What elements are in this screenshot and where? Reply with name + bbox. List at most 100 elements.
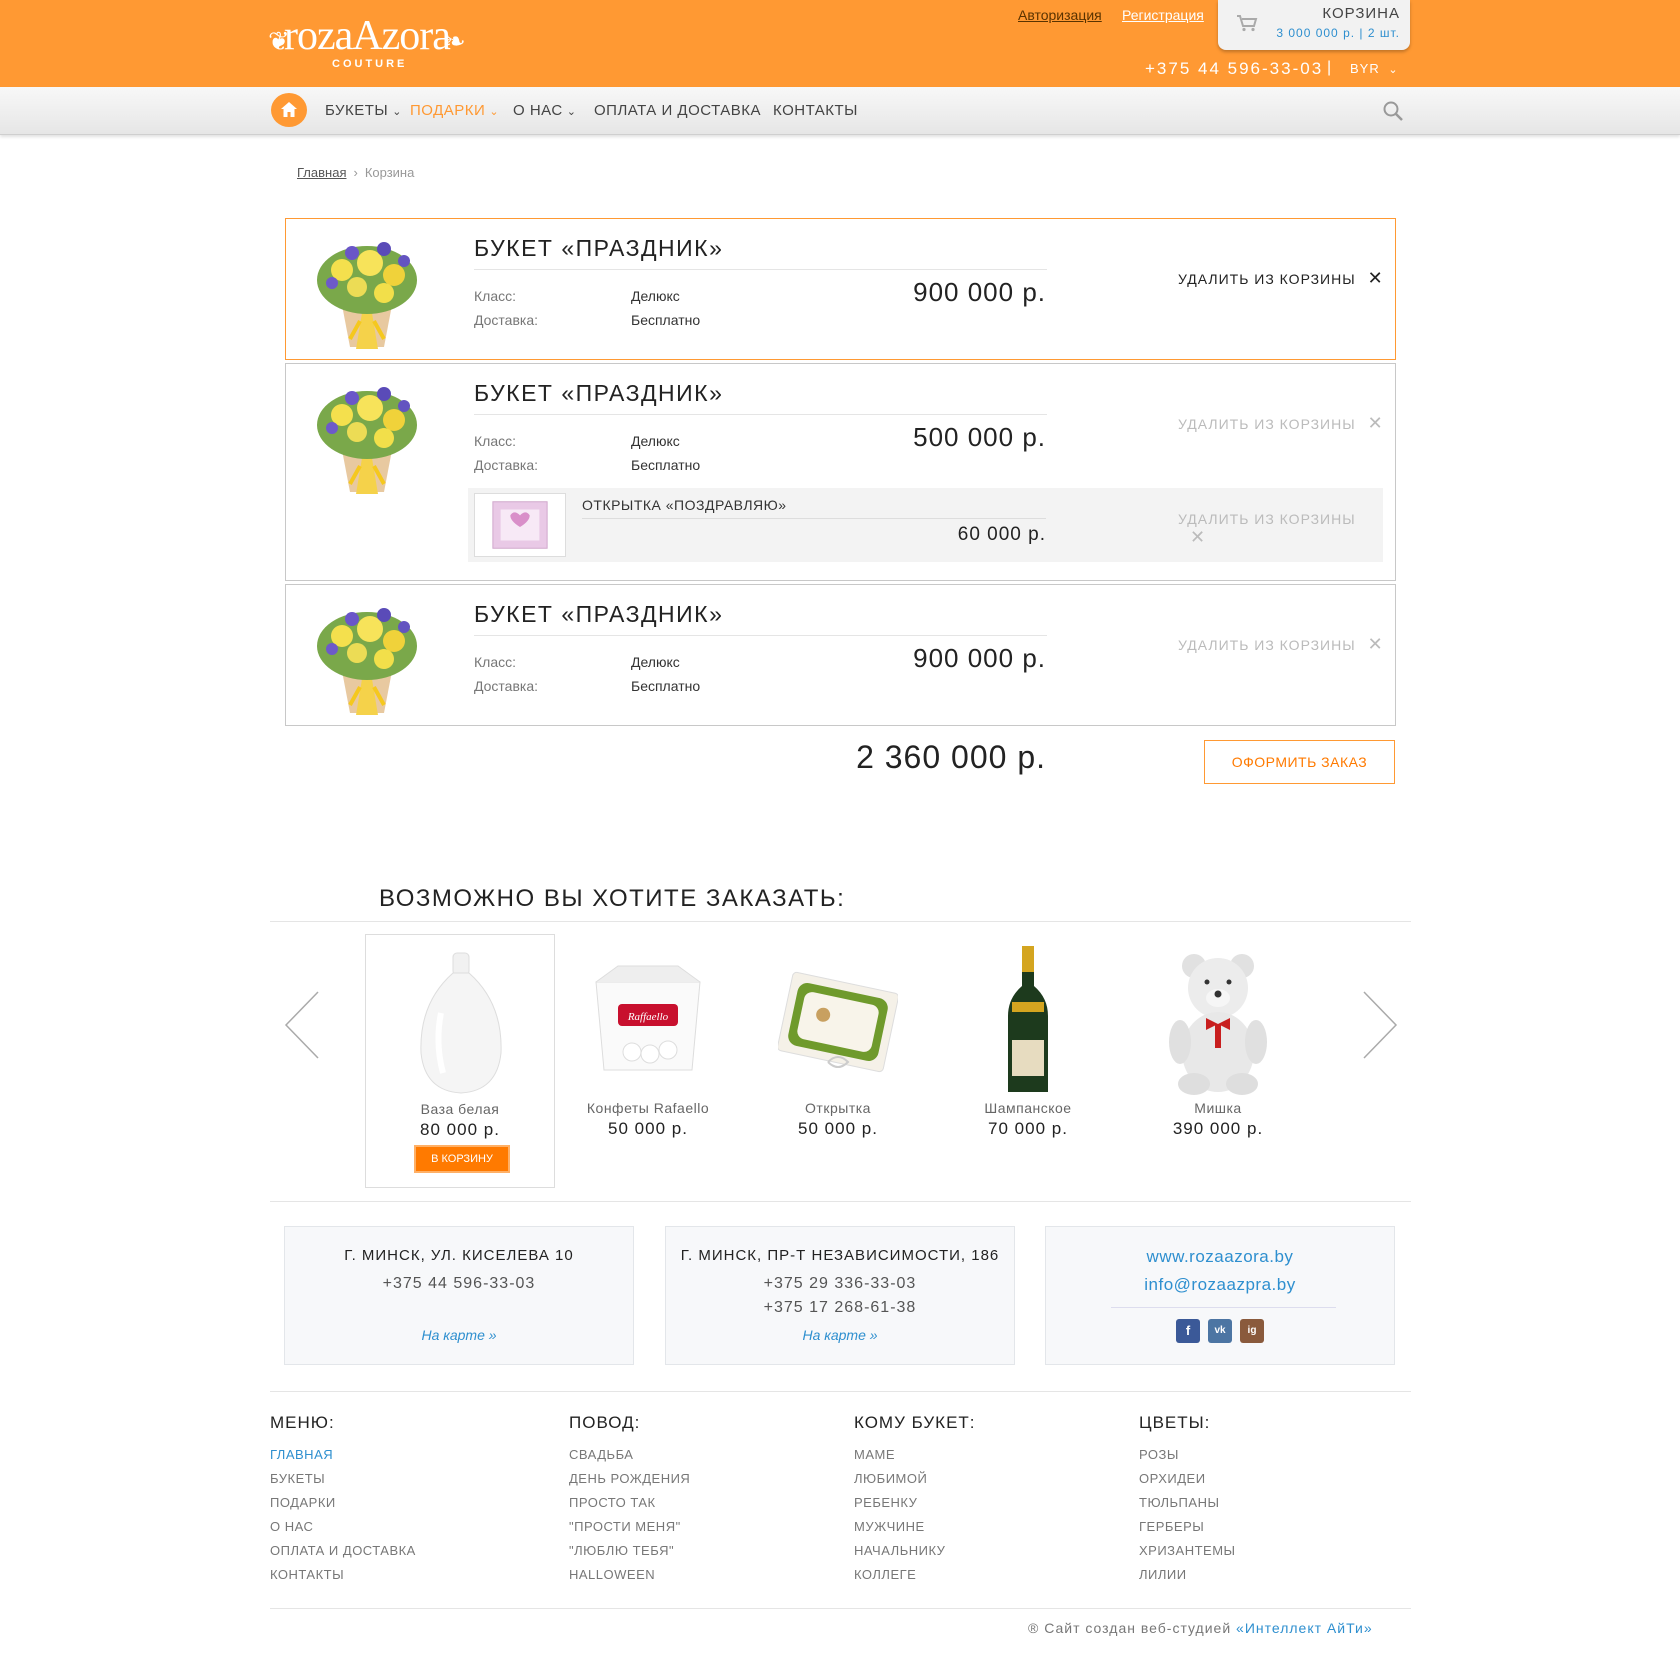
footer-link[interactable]: ДЕНЬ РОЖДЕНИЯ — [569, 1467, 690, 1491]
contact-phone: +375 17 268-61-38 — [763, 1299, 917, 1316]
home-button[interactable] — [271, 93, 307, 127]
cart-addon: ОТКРЫТКА «ПОЗДРАВЛЯЮ» 60 000 р. УДАЛИТЬ … — [468, 488, 1383, 562]
footer-occasion-column: ПОВОД: СВАДЬБА ДЕНЬ РОЖДЕНИЯ ПРОСТО ТАК … — [569, 1413, 690, 1587]
footer-link[interactable]: МУЖЧИНЕ — [854, 1515, 976, 1539]
remove-from-cart-button[interactable]: УДАЛИТЬ ИЗ КОРЗИНЫ ✕ — [1178, 413, 1384, 434]
product-card-candies[interactable]: Raffaello Конфеты Rafaello 50 000 р. — [553, 934, 743, 1188]
card-image — [474, 493, 566, 557]
nav-item-gifts[interactable]: ПОДАРКИ ⌄ — [410, 102, 499, 121]
product-name: Ваза белая — [420, 1101, 500, 1117]
footer-column-title: МЕНЮ: — [270, 1413, 335, 1432]
carousel-next-arrow-icon[interactable] — [1358, 990, 1398, 1060]
vase-image — [420, 952, 502, 1094]
header-cart[interactable]: КОРЗИНА 3 000 000 р. | 2 шт. — [1218, 0, 1410, 50]
nav-item-about[interactable]: О НАС ⌄ — [513, 102, 576, 121]
footer-link[interactable]: ПОДАРКИ — [270, 1491, 416, 1515]
remove-label: УДАЛИТЬ ИЗ КОРЗИНЫ — [1178, 637, 1356, 653]
website-link[interactable]: www.rozaazora.by — [1046, 1247, 1394, 1267]
facebook-icon[interactable]: f — [1176, 1319, 1200, 1343]
map-link[interactable]: На карте » — [666, 1327, 1014, 1343]
footer-link[interactable]: ОРХИДЕИ — [1139, 1467, 1236, 1491]
footer-link[interactable]: РЕБЕНКУ — [854, 1491, 976, 1515]
remove-from-cart-button[interactable]: УДАЛИТЬ ИЗ КОРЗИНЫ ✕ — [1178, 634, 1384, 655]
nav-item-contacts[interactable]: КОНТАКТЫ — [773, 102, 858, 120]
product-card-teddy[interactable]: Мишка 390 000 р. — [1123, 934, 1313, 1188]
map-link[interactable]: На карте » — [285, 1327, 633, 1343]
header-phone: +375 44 596-33-03 — [1145, 59, 1324, 78]
checkout-button[interactable]: ОФОРМИТЬ ЗАКАЗ — [1204, 740, 1395, 784]
footer-link[interactable]: СВАДЬБА — [569, 1443, 690, 1467]
footer-link[interactable]: ХРИЗАНТЕМЫ — [1139, 1539, 1236, 1563]
add-to-cart-button[interactable]: В КОРЗИНУ — [414, 1145, 510, 1173]
close-icon: ✕ — [1367, 634, 1384, 654]
remove-addon-button[interactable]: УДАЛИТЬ ИЗ КОРЗИНЫ✕ — [1178, 511, 1383, 548]
close-icon: ✕ — [1190, 527, 1207, 547]
logo[interactable]: ❦ rozaAzora ❧ COUTURE — [268, 12, 468, 72]
vk-icon[interactable]: vk — [1208, 1319, 1232, 1343]
footer-link[interactable]: ТЮЛЬПАНЫ — [1139, 1491, 1236, 1515]
breadcrumb: Главная › Корзина — [297, 165, 414, 180]
addon-price: 60 000 р. — [957, 524, 1046, 545]
product-card-vase[interactable]: Ваза белая 80 000 р. В КОРЗИНУ — [365, 934, 555, 1188]
item-price: 900 000 р. — [913, 277, 1046, 307]
svg-text:Raffaello: Raffaello — [627, 1011, 669, 1023]
product-card-card[interactable]: Открытка 50 000 р. — [743, 934, 933, 1188]
logo-subtitle: COUTURE — [332, 58, 408, 70]
champagne-image — [1008, 946, 1048, 1092]
footer-link[interactable]: КОНТАКТЫ — [270, 1563, 416, 1587]
register-link[interactable]: Регистрация — [1122, 6, 1204, 24]
footer-link[interactable]: БУКЕТЫ — [270, 1467, 416, 1491]
footer-link[interactable]: ГЕРБЕРЫ — [1139, 1515, 1236, 1539]
nav-item-payment-delivery[interactable]: ОПЛАТА И ДОСТАВКА — [594, 102, 761, 120]
carousel-prev-arrow-icon[interactable] — [284, 990, 324, 1060]
top-bar: ❦ rozaAzora ❧ COUTURE Авторизация Регист… — [0, 0, 1680, 87]
footer-link[interactable]: ОПЛАТА И ДОСТАВКА — [270, 1539, 416, 1563]
instagram-icon[interactable]: ig — [1240, 1319, 1264, 1343]
footer-link[interactable]: МАМЕ — [854, 1443, 976, 1467]
addon-title: ОТКРЫТКА «ПОЗДРАВЛЯЮ» — [582, 497, 787, 513]
footer-flowers-column: ЦВЕТЫ: РОЗЫ ОРХИДЕИ ТЮЛЬПАНЫ ГЕРБЕРЫ ХРИ… — [1139, 1413, 1236, 1587]
footer-link[interactable]: ЛЮБИМОЙ — [854, 1467, 976, 1491]
site-credit: ® Сайт создан веб-студией «Интеллект АйТ… — [1028, 1620, 1373, 1636]
nav-item-bouquets[interactable]: БУКЕТЫ ⌄ — [325, 102, 402, 121]
credit-text: ® Сайт создан веб-студией — [1028, 1620, 1237, 1636]
item-divider — [474, 635, 1047, 636]
product-card-champagne[interactable]: Шампанское 70 000 р. — [933, 934, 1123, 1188]
contact-address: Г. МИНСК, ПР-Т НЕЗАВИСИМОСТИ, 186 — [680, 1247, 1000, 1264]
item-class-value: Делюкс — [631, 654, 680, 670]
item-class-label: Класс: — [474, 654, 516, 670]
search-icon[interactable] — [1382, 100, 1404, 122]
remove-label: УДАЛИТЬ ИЗ КОРЗИНЫ — [1178, 511, 1356, 527]
item-title: БУКЕТ «ПРАЗДНИК» — [474, 380, 724, 406]
breadcrumb-home-link[interactable]: Главная — [297, 165, 346, 180]
item-class-value: Делюкс — [631, 433, 680, 449]
item-delivery-value: Бесплатно — [631, 678, 701, 694]
remove-label: УДАЛИТЬ ИЗ КОРЗИНЫ — [1178, 271, 1356, 287]
footer-link[interactable]: ЛИЛИИ — [1139, 1563, 1236, 1587]
remove-from-cart-button[interactable]: УДАЛИТЬ ИЗ КОРЗИНЫ ✕ — [1178, 268, 1384, 289]
item-divider — [474, 414, 1047, 415]
footer-recipient-column: КОМУ БУКЕТ: МАМЕ ЛЮБИМОЙ РЕБЕНКУ МУЖЧИНЕ… — [854, 1413, 976, 1587]
footer-link[interactable]: КОЛЛЕГЕ — [854, 1563, 976, 1587]
currency-select[interactable]: BYR ⌄ — [1350, 61, 1399, 76]
footer-link[interactable]: ГЛАВНАЯ — [270, 1443, 416, 1467]
footer-column-title: ЦВЕТЫ: — [1139, 1413, 1211, 1432]
contact-phone: +375 44 596-33-03 — [382, 1275, 536, 1292]
footer-link[interactable]: НАЧАЛЬНИКУ — [854, 1539, 976, 1563]
bouquet-image — [315, 606, 419, 717]
studio-link[interactable]: «Интеллект АйТи» — [1236, 1620, 1373, 1636]
email-link[interactable]: info@rozaazpra.by — [1046, 1275, 1394, 1295]
footer-link[interactable]: "ЛЮБЛЮ ТЕБЯ" — [569, 1539, 690, 1563]
item-title: БУКЕТ «ПРАЗДНИК» — [474, 235, 724, 261]
footer-link[interactable]: ПРОСТО ТАК — [569, 1491, 690, 1515]
footer-link[interactable]: "ПРОСТИ МЕНЯ" — [569, 1515, 690, 1539]
footer-link[interactable]: О НАС — [270, 1515, 416, 1539]
product-price: 70 000 р. — [988, 1119, 1068, 1138]
footer-column-title: ПОВОД: — [569, 1413, 641, 1432]
footer-link[interactable]: РОЗЫ — [1139, 1443, 1236, 1467]
item-delivery-label: Доставка: — [474, 457, 539, 473]
login-link[interactable]: Авторизация — [1018, 6, 1102, 24]
item-class-value: Делюкс — [631, 288, 680, 304]
footer-link[interactable]: HALLOWEEN — [569, 1563, 690, 1587]
chevron-down-icon: ⌄ — [489, 106, 500, 118]
